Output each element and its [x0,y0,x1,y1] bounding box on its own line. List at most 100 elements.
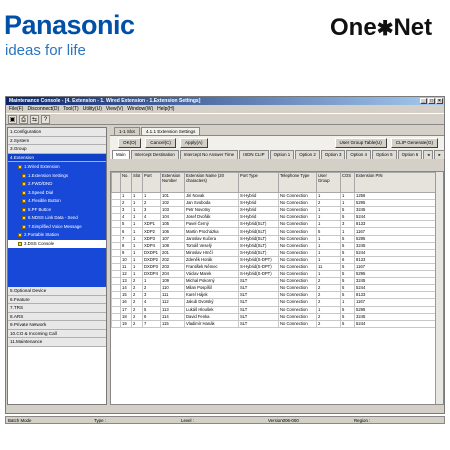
table-cell[interactable]: 112 [160,298,185,307]
table-cell[interactable]: DXDP3 [142,262,161,272]
table-cell[interactable]: S-Hybrid [238,199,279,208]
table-cell[interactable]: No Connection [278,305,317,314]
table-cell[interactable]: No Connection [278,234,317,243]
nav-group[interactable]: 3.Group [8,145,106,154]
table-cell[interactable]: 2 [142,199,161,208]
column-header[interactable]: COS [340,172,355,193]
table-cell[interactable]: Vladimír Hanák [184,319,239,328]
tab-option-2[interactable]: Option 2 [295,150,320,159]
table-cell[interactable]: 203 [160,262,185,272]
table-cell[interactable]: 8 [120,241,132,250]
nav-system[interactable]: 2.System [8,136,106,145]
table-cell[interactable]: 114 [160,312,185,321]
table-cell[interactable]: 5295 [354,234,437,243]
table-cell[interactable]: 5 [340,312,355,321]
ok-button[interactable]: OK(O) [118,137,142,148]
table-cell[interactable]: 2 [316,291,341,300]
table-row[interactable]: 4 1 4 104 Josef Dvořák S-Hybrid No Connection 1… [111,213,437,222]
table-cell[interactable]: 1 [340,298,355,307]
table-cell[interactable]: SLT [238,305,279,314]
table-cell[interactable]: Jakub Dvorský [184,298,239,307]
table-cell[interactable]: No Connection [278,248,317,257]
table-row[interactable]: 2 1 2 102 Jan Svoboda S-Hybrid No Connection 2 1… [111,199,437,208]
table-cell[interactable]: 101 [160,191,185,201]
table-cell[interactable]: 1 [340,191,355,201]
table-cell[interactable]: 3 [142,206,161,215]
table-cell[interactable]: 2 [316,199,341,208]
table-cell[interactable]: S-Hybrid(S-DPT) [238,255,279,264]
table-cell[interactable]: Lukáš Hloušek [184,305,239,314]
table-cell[interactable]: 1167 [354,227,437,236]
table-row[interactable]: 10 1 DXDP2 202 Zdeněk Horák S-Hybrid(S-DPT) No… [111,255,437,264]
table-row[interactable]: 18 2 6 114 David Fenka SLT No Connection 2 5 3245 [111,312,437,321]
table-cell[interactable]: 5295 [354,305,437,314]
table-cell[interactable]: 3245 [354,312,437,321]
table-cell[interactable]: 8133 [354,291,437,300]
table-cell[interactable]: 4 [120,213,132,222]
table-cell[interactable]: 18 [120,312,132,321]
menu-window[interactable]: Window(W) [127,106,153,112]
table-cell[interactable]: Milan Pospíšil [184,284,239,293]
table-cell[interactable]: 103 [160,206,185,215]
table-cell[interactable]: No Connection [278,241,317,250]
table-cell[interactable]: S-Hybrid(SLT) [238,241,279,250]
table-row[interactable]: 9 1 DXDP1 201 Miroslav Hrnčí S-Hybrid(SLT) No … [111,248,437,257]
tab-scroll-right-icon[interactable]: ▸ [434,150,445,159]
tab-option-4[interactable]: Option 4 [346,150,372,159]
table-cell[interactable]: 1 [142,191,161,201]
table-cell[interactable]: 2 [316,319,341,328]
table-cell[interactable]: 1256 [354,191,437,201]
column-header[interactable]: No. [120,172,132,193]
tab-scroll-left-icon[interactable]: ◂ [423,150,434,159]
table-cell[interactable]: 3245 [354,241,437,250]
table-row[interactable]: 19 2 7 115 Vladimír Hanák SLT No Connection 2 5 5… [111,319,437,328]
nav-portable-station[interactable]: 2.Portable Station [8,231,106,240]
nav-wired-extension[interactable]: 1.Wired Extension [8,163,106,172]
table-cell[interactable]: Václav Marek [184,270,239,279]
table-cell[interactable]: Jaroslav Kučera [184,234,239,243]
table-cell[interactable]: DXDP4 [142,270,161,279]
tab-slot[interactable]: 1-1 Slot [114,127,140,135]
table-cell[interactable]: 10 [120,255,132,264]
table-cell[interactable]: 2 [316,277,341,286]
table-cell[interactable]: 5 [340,241,355,250]
table-cell[interactable]: 201 [160,248,185,257]
table-cell[interactable]: David Fenka [184,312,239,321]
table-cell[interactable]: 1 [131,191,143,201]
table-cell[interactable]: 111 [160,291,185,300]
maximize-icon[interactable]: □ [428,98,435,104]
table-cell[interactable]: 14 [120,284,132,293]
table-row[interactable]: 13 2 1 109 Michal Pokorný SLT No Connection 2 5 3… [111,277,437,286]
table-cell[interactable]: SLT [238,291,279,300]
table-cell[interactable]: 1167 [354,298,437,307]
table-cell[interactable]: 1 [316,248,341,257]
table-cell[interactable]: 19 [120,319,132,328]
menu-tool[interactable]: Tool(T) [63,106,79,112]
table-cell[interactable]: 202 [160,255,185,264]
table-cell[interactable]: SLT [238,284,279,293]
table-cell[interactable]: Michal Pokorný [184,277,239,286]
table-cell[interactable]: 3 [142,291,161,300]
table-row[interactable]: 11 1 DXDP3 203 František Němec S-Hybrid(S-DPT… [111,262,437,272]
table-cell[interactable]: 3 [120,206,132,215]
table-cell[interactable]: Jiri Novak [184,191,239,201]
connect-icon[interactable]: ⇆ [30,114,39,124]
nav-extension[interactable]: 4.Extension [8,153,106,162]
menu-disconnect[interactable]: Disconnect(D) [27,106,59,112]
table-cell[interactable]: 2 [131,298,143,307]
column-header[interactable]: Telephone Type [278,172,317,193]
nav-pf-button[interactable]: 5.PF Button [8,206,106,215]
table-cell[interactable]: 1 [131,241,143,250]
tab-isdn-clip[interactable]: ISDN CLIP [239,150,269,159]
table-cell[interactable]: No Connection [278,220,317,229]
table-cell[interactable]: 204 [160,270,185,279]
vertical-scrollbar[interactable] [435,172,443,404]
table-cell[interactable]: František Němec [184,262,239,272]
table-cell[interactable]: 5 [316,227,341,236]
table-cell[interactable]: 6 [120,227,132,236]
table-cell[interactable]: No Connection [278,191,317,201]
table-cell[interactable]: 2 [316,284,341,293]
table-cell[interactable]: 5295 [354,199,437,208]
table-cell[interactable]: Karel Hájek [184,291,239,300]
table-cell[interactable]: No Connection [278,312,317,321]
